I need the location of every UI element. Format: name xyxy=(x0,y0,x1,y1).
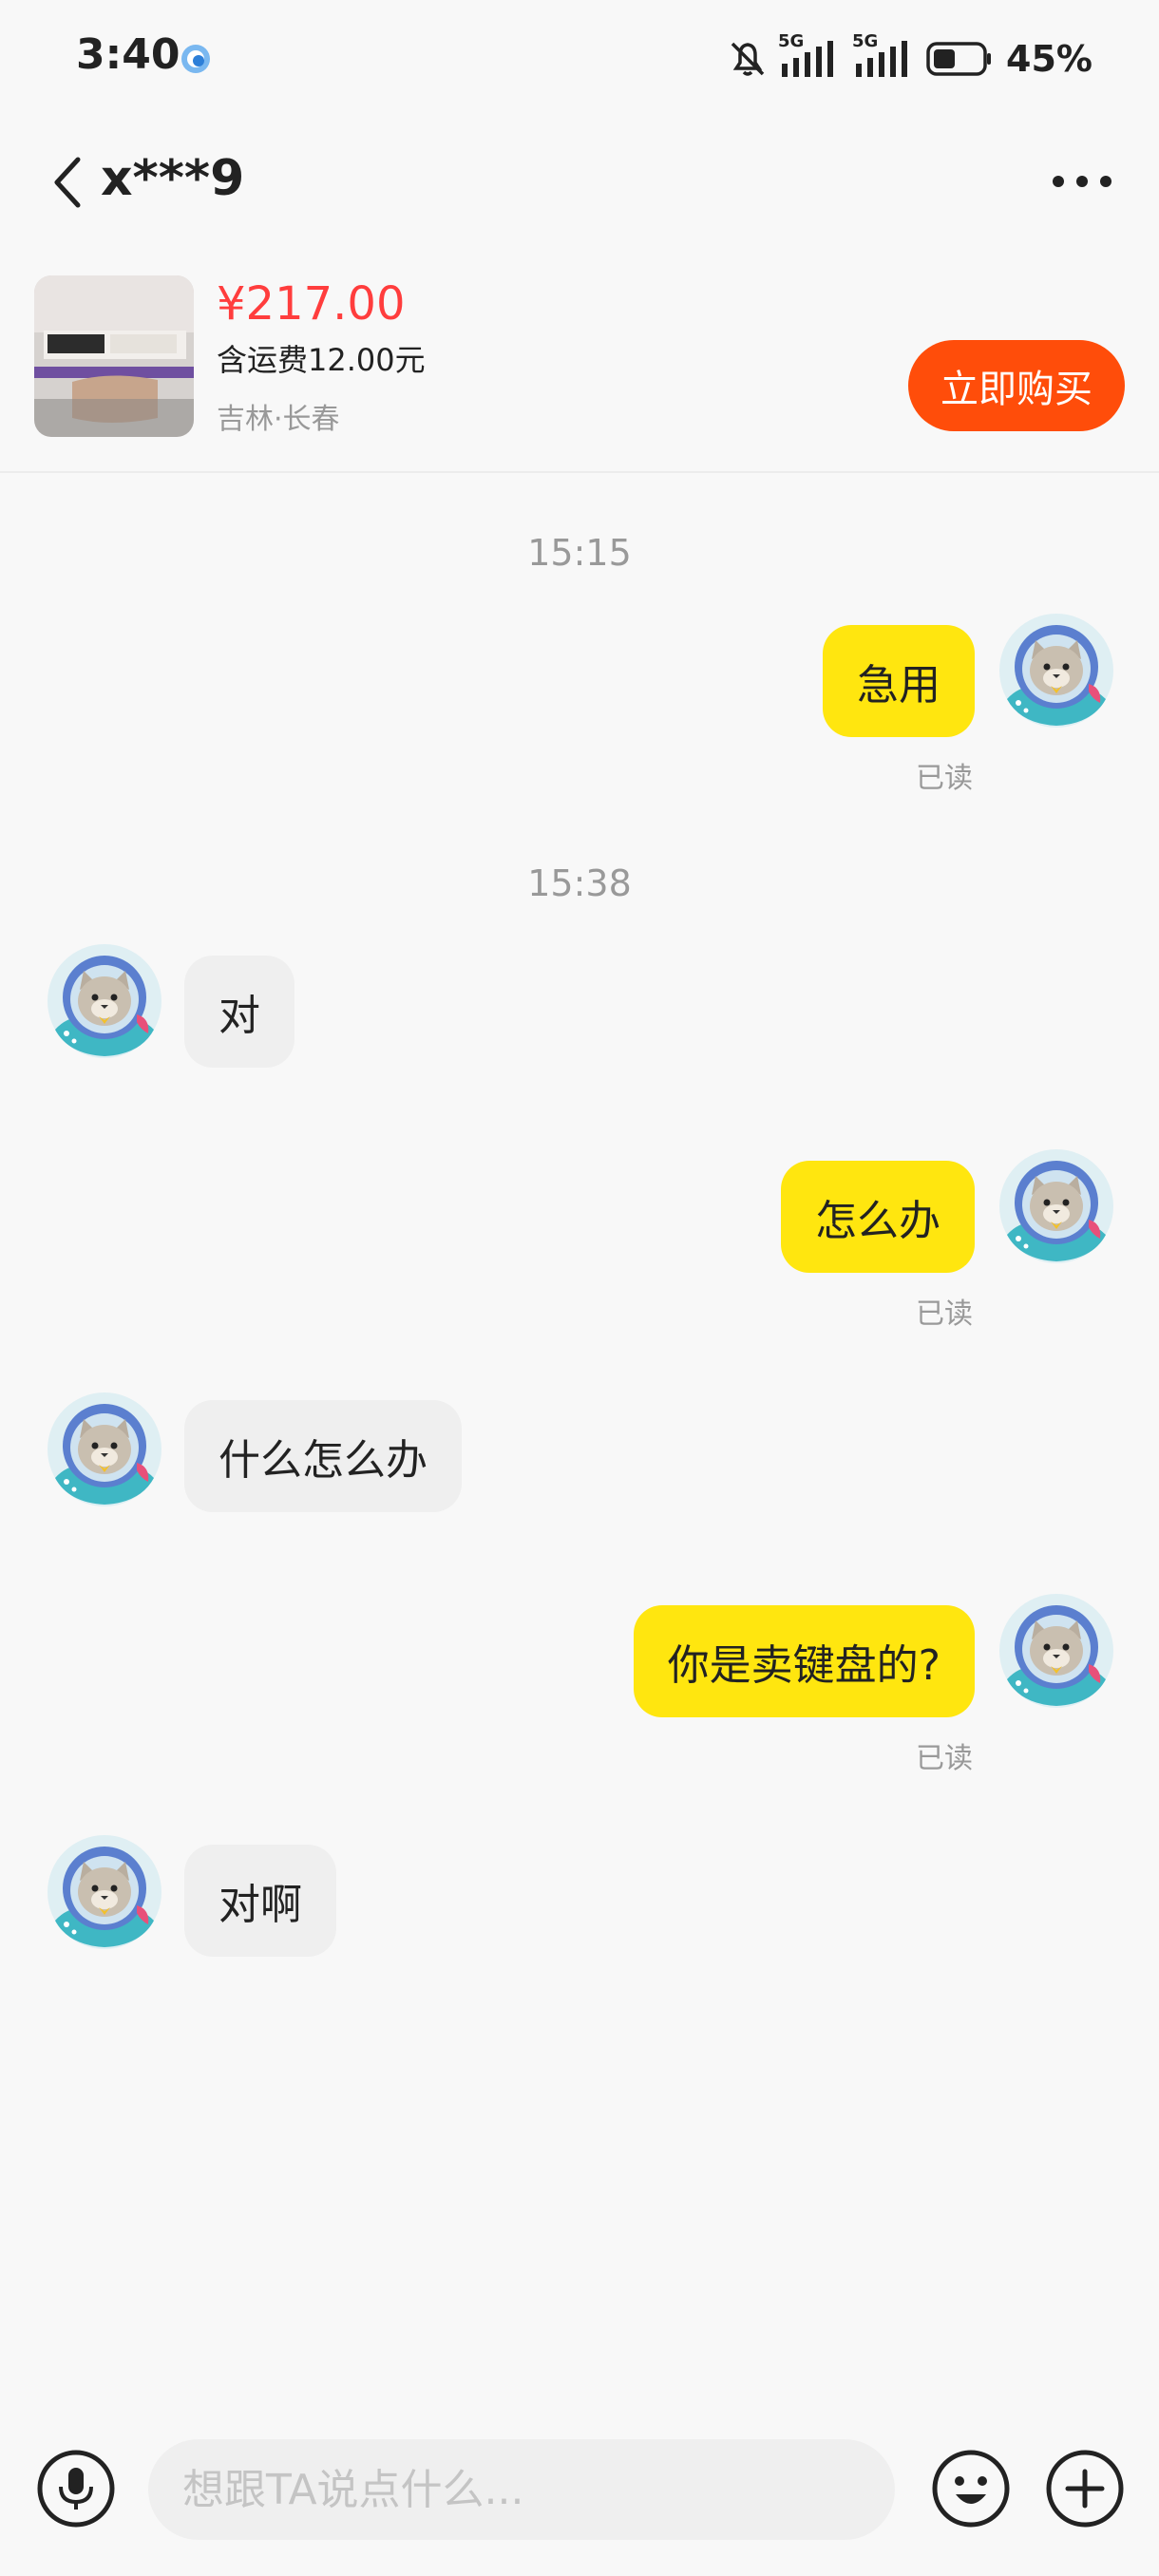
battery-percent: 45% xyxy=(1006,38,1092,80)
bell-off-icon xyxy=(731,42,765,76)
contact-avatar[interactable] xyxy=(46,942,163,1060)
outgoing-message[interactable]: 怎么办 xyxy=(781,1161,975,1273)
status-bar: 3:40 5G 5G 45% xyxy=(0,0,1159,114)
chat-title: x***9 xyxy=(101,150,245,207)
message-timestamp: 15:15 xyxy=(527,532,632,574)
input-bar xyxy=(0,2418,1159,2576)
outgoing-message[interactable]: 急用 xyxy=(823,625,975,737)
app-notification-icon xyxy=(181,45,210,73)
product-shipping: 含运费12.00元 xyxy=(217,342,426,378)
status-indicators: 5G 5G 45% xyxy=(727,30,1092,87)
contact-avatar[interactable] xyxy=(46,1391,163,1508)
signal-icon-2: 5G xyxy=(852,31,917,83)
outgoing-message[interactable]: 你是卖键盘的? xyxy=(633,1605,975,1717)
product-price: ¥217.00 xyxy=(217,277,406,331)
read-status: 已读 xyxy=(916,1742,973,1775)
self-avatar[interactable] xyxy=(998,612,1115,729)
incoming-message[interactable]: 对啊 xyxy=(184,1845,336,1957)
emoji-icon[interactable] xyxy=(931,2449,1011,2529)
incoming-message[interactable]: 对 xyxy=(184,956,294,1068)
read-status: 已读 xyxy=(916,762,973,795)
mic-icon[interactable] xyxy=(36,2449,116,2529)
read-status: 已读 xyxy=(916,1297,973,1331)
product-image[interactable] xyxy=(34,275,194,437)
back-icon[interactable] xyxy=(49,154,87,211)
signal-icon: 5G xyxy=(778,31,843,83)
more-icon[interactable] xyxy=(1049,167,1115,196)
self-avatar[interactable] xyxy=(998,1592,1115,1710)
message-input[interactable] xyxy=(148,2439,895,2540)
product-card[interactable]: ¥217.00 含运费12.00元 吉林·长春 立即购买 xyxy=(0,256,1159,473)
self-avatar[interactable] xyxy=(998,1147,1115,1265)
battery-icon xyxy=(926,42,992,76)
incoming-message[interactable]: 什么怎么办 xyxy=(184,1400,462,1512)
nav-header: x***9 xyxy=(0,133,1159,228)
status-time: 3:40 xyxy=(76,30,180,79)
product-location: 吉林·长春 xyxy=(217,403,340,436)
buy-now-button[interactable]: 立即购买 xyxy=(908,340,1125,431)
message-timestamp: 15:38 xyxy=(527,862,632,904)
plus-icon[interactable] xyxy=(1045,2449,1125,2529)
contact-avatar[interactable] xyxy=(46,1833,163,1951)
